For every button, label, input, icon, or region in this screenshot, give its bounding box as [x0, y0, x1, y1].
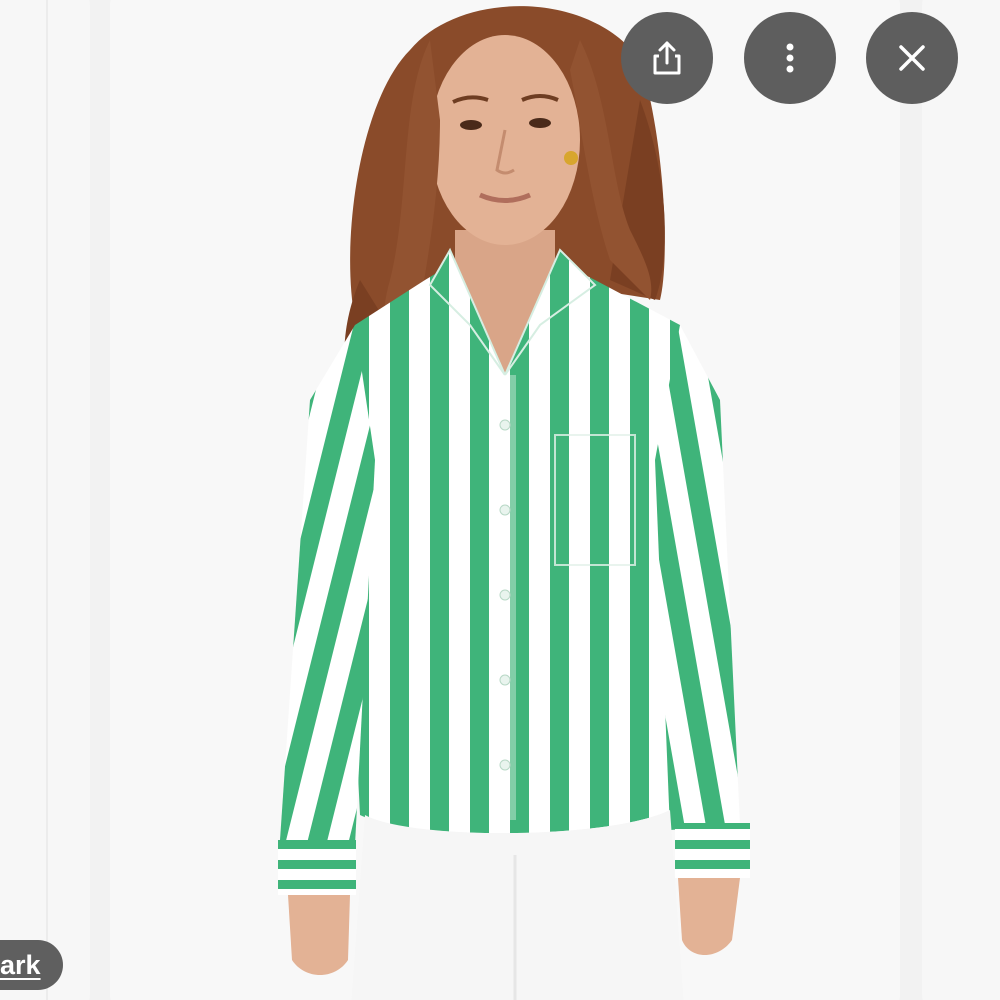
previous-image-card[interactable]: [0, 0, 90, 1000]
share-icon: [653, 41, 681, 75]
close-icon: [899, 45, 925, 71]
bookmark-chip[interactable]: ark: [0, 940, 63, 990]
product-image: [110, 0, 900, 1000]
close-button[interactable]: [866, 12, 958, 104]
model-photo: [110, 0, 900, 1000]
card-divider: [46, 0, 48, 1000]
bookmark-chip-label: ark: [0, 949, 41, 980]
more-options-button[interactable]: [744, 12, 836, 104]
next-image-card[interactable]: [922, 0, 1000, 1000]
image-viewer: ark: [0, 0, 1000, 1000]
more-vertical-icon: [786, 43, 794, 73]
share-button[interactable]: [621, 12, 713, 104]
